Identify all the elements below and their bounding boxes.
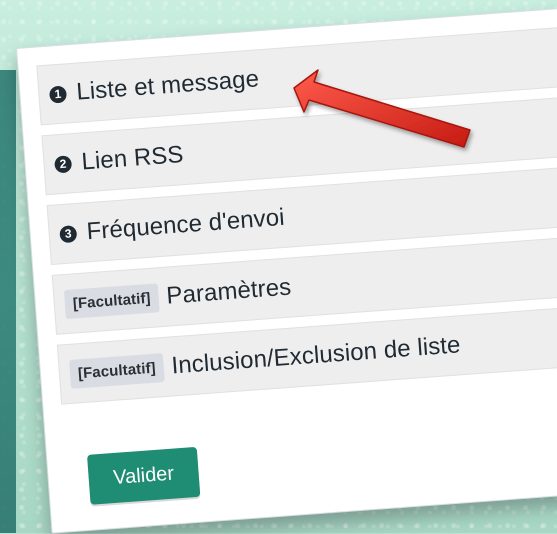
step-label-frequence-envoi: Fréquence d'envoi [85, 203, 286, 246]
optional-tag: [Facultatif] [63, 282, 160, 319]
step-label-inclusion-exclusion: Inclusion/Exclusion de liste [170, 331, 462, 380]
step-label-lien-rss: Lien RSS [80, 141, 185, 176]
step-number-3-icon: 3 [59, 224, 78, 243]
step-number-1-icon: 1 [48, 84, 68, 104]
step-label-parametres: Paramètres [165, 273, 293, 310]
step-label-liste-et-message: Liste et message [75, 65, 260, 106]
wizard-panel: 1 Liste et message 2 Lien RSS 3 Fréquenc… [16, 3, 557, 534]
validate-button[interactable]: Valider [86, 446, 201, 505]
left-edge-strip [0, 70, 16, 533]
step-number-2-icon: 2 [54, 154, 73, 173]
optional-tag: [Facultatif] [68, 352, 165, 389]
